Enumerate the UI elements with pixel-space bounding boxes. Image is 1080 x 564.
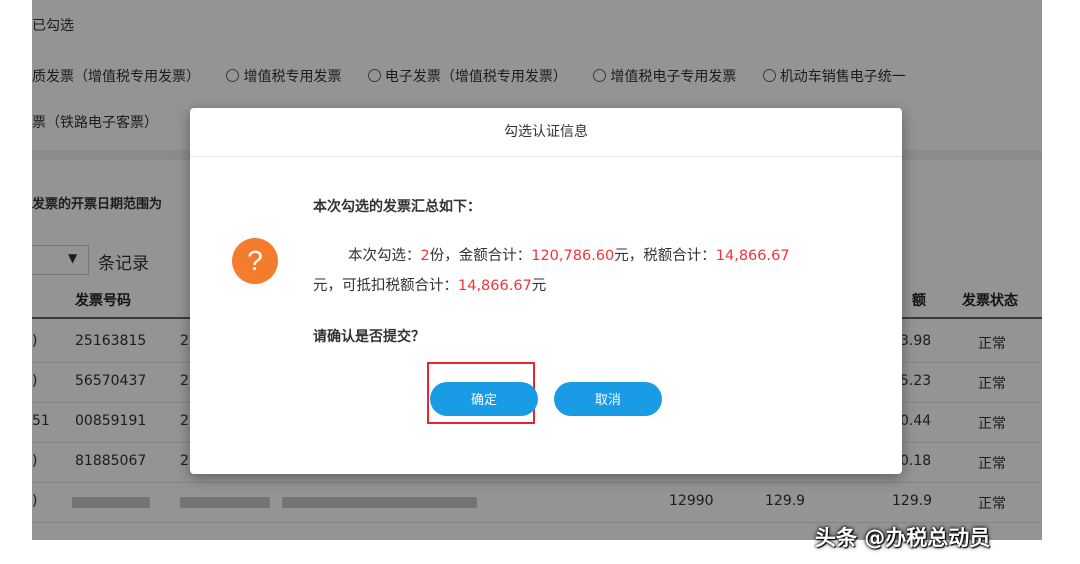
cancel-button[interactable]: 取消: [554, 382, 662, 416]
summary-line-2: 元，可抵扣税额合计：14,866.67元: [313, 274, 546, 295]
confirm-question: 请确认是否提交？: [313, 329, 425, 345]
summary-heading: 本次勾选的发票汇总如下：: [313, 199, 481, 215]
question-icon: ?: [232, 238, 278, 284]
currency-unit: 元: [531, 278, 547, 294]
tax-label: 元，税额合计：: [614, 248, 716, 264]
confirm-dialog: 勾选认证信息 ? 本次勾选的发票汇总如下： 本次勾选：2份，金额合计：120,7…: [190, 108, 902, 474]
selected-label: 本次勾选：: [348, 248, 421, 264]
total-tax-value: 14,866.67: [715, 248, 790, 264]
total-amount-value: 120,786.60: [531, 248, 615, 264]
amount-label: 份，金额合计：: [429, 248, 532, 264]
deductible-label: 元，可抵扣税额合计：: [313, 278, 458, 294]
watermark-text: 头条 @办税总动员: [815, 526, 991, 550]
dialog-title: 勾选认证信息: [190, 108, 902, 157]
deductible-tax-value: 14,866.67: [458, 278, 532, 294]
selected-count: 2: [420, 248, 430, 264]
confirm-button[interactable]: 确定: [430, 382, 538, 416]
summary-line-1: 本次勾选：2份，金额合计：120,786.60元，税额合计：14,866.67: [348, 244, 790, 265]
